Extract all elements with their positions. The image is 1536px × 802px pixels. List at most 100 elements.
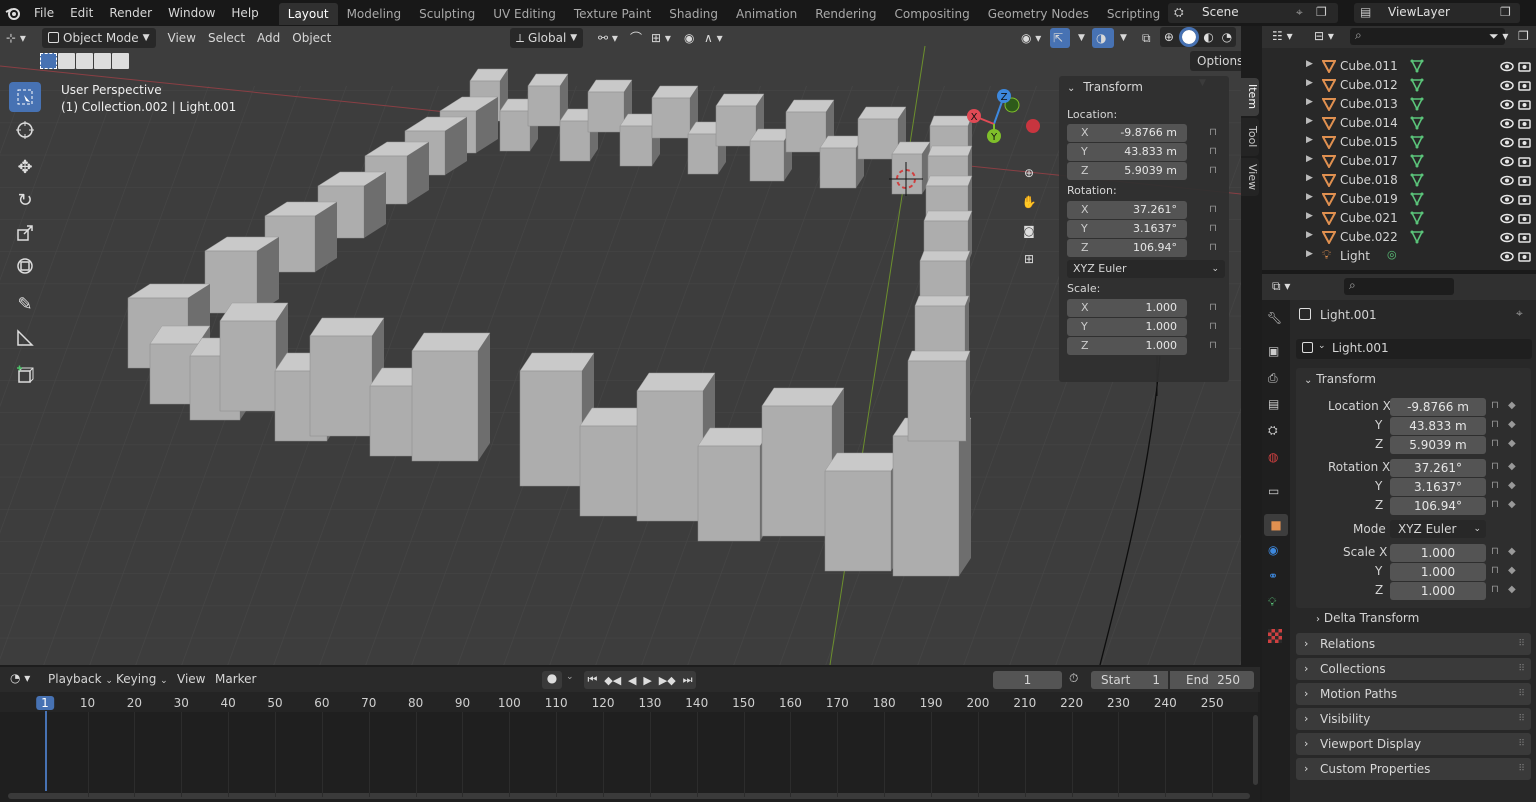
keyframe-decorator-icon[interactable]: ◆ bbox=[1508, 546, 1516, 557]
transform-tool[interactable] bbox=[9, 251, 41, 281]
cube-mesh[interactable] bbox=[715, 93, 765, 107]
drag-handle-icon[interactable]: ⠿ bbox=[1518, 683, 1525, 705]
prop-rotation-mode-select[interactable]: XYZ Euler ⌄ bbox=[1390, 520, 1486, 538]
select-intersect-icon[interactable] bbox=[112, 53, 129, 69]
eye-icon[interactable] bbox=[1500, 98, 1514, 111]
cube-mesh[interactable] bbox=[824, 470, 892, 572]
rotate-tool[interactable]: ↻ bbox=[9, 185, 41, 215]
timeline-scrollbar[interactable] bbox=[8, 793, 1250, 799]
perspective-toggle-icon[interactable]: ⊞ bbox=[1018, 248, 1040, 270]
eye-icon[interactable] bbox=[1500, 212, 1514, 225]
filter-icon[interactable]: ⏷ ▾ bbox=[1489, 29, 1508, 44]
camera-icon[interactable] bbox=[1518, 231, 1531, 244]
mesh-data-icon[interactable] bbox=[1410, 135, 1424, 149]
camera-icon[interactable] bbox=[1518, 212, 1531, 225]
lock-icon[interactable]: ⊓ bbox=[1206, 301, 1220, 315]
jump-start-icon[interactable]: ⏮ bbox=[587, 673, 597, 687]
outliner-row[interactable]: ▶ Cube.017 bbox=[1262, 152, 1536, 171]
lock-icon[interactable]: ⊓ bbox=[1206, 241, 1220, 255]
cube-mesh[interactable] bbox=[579, 425, 639, 517]
cube-mesh[interactable] bbox=[824, 452, 904, 472]
lock-icon[interactable]: ⊓ bbox=[1206, 339, 1220, 353]
outliner-row[interactable]: ▶ Cube.022 bbox=[1262, 228, 1536, 247]
mesh-data-icon[interactable] bbox=[1410, 97, 1424, 111]
gizmo-dropdown-icon[interactable]: ▼ bbox=[1072, 28, 1091, 48]
mode-selector[interactable]: Object Mode ▼ bbox=[42, 27, 156, 48]
jump-end-icon[interactable]: ⏭ bbox=[683, 673, 693, 687]
constraint-properties-icon[interactable]: ⚭ bbox=[1268, 569, 1278, 583]
outliner-row[interactable]: ▶ 💡︎ Light ◎ bbox=[1262, 247, 1536, 266]
expand-arrow-icon[interactable]: ▶ bbox=[1306, 154, 1313, 164]
new-collection-icon[interactable]: ❐ bbox=[1518, 29, 1529, 43]
sidebar-tab-tool[interactable]: Tool bbox=[1241, 118, 1259, 156]
move-tool[interactable]: ✥ bbox=[9, 152, 41, 182]
lock-icon[interactable]: ⊓ bbox=[1206, 203, 1220, 217]
measure-tool[interactable] bbox=[9, 323, 41, 353]
play-icon[interactable]: ▶ bbox=[643, 674, 651, 687]
cube-mesh[interactable] bbox=[715, 105, 757, 147]
eye-icon[interactable] bbox=[1500, 250, 1514, 263]
cube-mesh[interactable] bbox=[785, 99, 835, 113]
menu-add[interactable]: Add bbox=[251, 28, 286, 48]
select-box-tool[interactable] bbox=[9, 82, 41, 112]
keyframe-decorator-icon[interactable]: ◆ bbox=[1508, 400, 1516, 411]
viewport-scene[interactable] bbox=[0, 26, 1241, 665]
cube-mesh[interactable] bbox=[411, 350, 479, 462]
scale-tool[interactable] bbox=[9, 218, 41, 248]
mesh-data-icon[interactable] bbox=[1410, 192, 1424, 206]
camera-icon[interactable] bbox=[1518, 79, 1531, 92]
eye-icon[interactable] bbox=[1500, 117, 1514, 130]
keyframe-decorator-icon[interactable]: ◆ bbox=[1508, 438, 1516, 449]
eye-icon[interactable] bbox=[1500, 136, 1514, 149]
lock-icon[interactable]: ⊓ bbox=[1491, 565, 1499, 576]
mesh-data-icon[interactable] bbox=[1410, 154, 1424, 168]
menu-playback[interactable]: Playback ⌄ bbox=[48, 672, 113, 686]
menu-window[interactable]: Window bbox=[160, 0, 223, 26]
eye-icon[interactable] bbox=[1500, 60, 1514, 73]
cube-mesh[interactable] bbox=[697, 445, 761, 542]
editor-type-icon[interactable]: ⊹ ▾ bbox=[0, 28, 38, 48]
section-custom-properties[interactable]: › Custom Properties ⠿ bbox=[1296, 758, 1531, 780]
outliner-row[interactable]: ▶ Cube.011 bbox=[1262, 57, 1536, 76]
snap-target-icon[interactable]: ⊞ ▾ bbox=[645, 28, 677, 48]
menu-marker[interactable]: Marker bbox=[215, 672, 256, 686]
select-subtract-icon[interactable] bbox=[76, 53, 93, 69]
xray-icon[interactable]: ⧉ bbox=[1136, 28, 1157, 48]
camera-icon[interactable] bbox=[1518, 60, 1531, 73]
tab-compositing[interactable]: Compositing bbox=[885, 3, 978, 25]
cube-mesh[interactable] bbox=[819, 147, 857, 189]
drag-handle-icon[interactable]: ⠿ bbox=[1518, 658, 1525, 680]
transform-panel-header[interactable]: ⌄ Transform bbox=[1067, 80, 1227, 98]
pin-icon[interactable]: ⌖ bbox=[1516, 306, 1523, 321]
lock-icon[interactable]: ⊓ bbox=[1491, 546, 1499, 557]
mesh-data-icon[interactable] bbox=[1410, 230, 1424, 244]
cube-mesh[interactable] bbox=[309, 335, 373, 437]
lock-icon[interactable]: ⊓ bbox=[1206, 222, 1220, 236]
end-frame-field[interactable]: End 250 bbox=[1170, 671, 1254, 689]
cube-mesh[interactable] bbox=[761, 387, 845, 407]
camera-icon[interactable] bbox=[1518, 174, 1531, 187]
outliner-row[interactable]: ▶ Cube.013 bbox=[1262, 95, 1536, 114]
expand-arrow-icon[interactable]: ▶ bbox=[1306, 78, 1313, 88]
falloff-icon[interactable]: ∧ ▾ bbox=[698, 28, 729, 48]
prop-rotation-z-field[interactable]: 106.94° bbox=[1390, 497, 1486, 515]
lock-icon[interactable]: ⊓ bbox=[1206, 145, 1220, 159]
cube-mesh[interactable] bbox=[219, 320, 277, 412]
cube-mesh[interactable] bbox=[519, 352, 595, 372]
cube-mesh[interactable] bbox=[411, 332, 491, 352]
mesh-data-icon[interactable] bbox=[1410, 78, 1424, 92]
lock-icon[interactable]: ⊓ bbox=[1206, 320, 1220, 334]
camera-icon[interactable] bbox=[1518, 98, 1531, 111]
tab-scripting[interactable]: Scripting bbox=[1098, 3, 1169, 25]
outliner-row[interactable]: ▶ Cube.014 bbox=[1262, 114, 1536, 133]
mesh-data-icon[interactable] bbox=[1410, 59, 1424, 73]
drag-handle-icon[interactable]: ⠿ bbox=[1518, 758, 1525, 780]
section-relations[interactable]: › Relations ⠿ bbox=[1296, 633, 1531, 655]
timeline-vscrollbar[interactable] bbox=[1253, 715, 1258, 785]
camera-icon[interactable] bbox=[1518, 250, 1531, 263]
tool-properties-icon[interactable]: 🔧︎ bbox=[1267, 311, 1282, 325]
tab-geometry-nodes[interactable]: Geometry Nodes bbox=[979, 3, 1098, 25]
eye-icon[interactable] bbox=[1500, 174, 1514, 187]
new-scene-icon[interactable]: ❐ bbox=[1316, 5, 1327, 19]
camera-icon[interactable] bbox=[1518, 117, 1531, 130]
